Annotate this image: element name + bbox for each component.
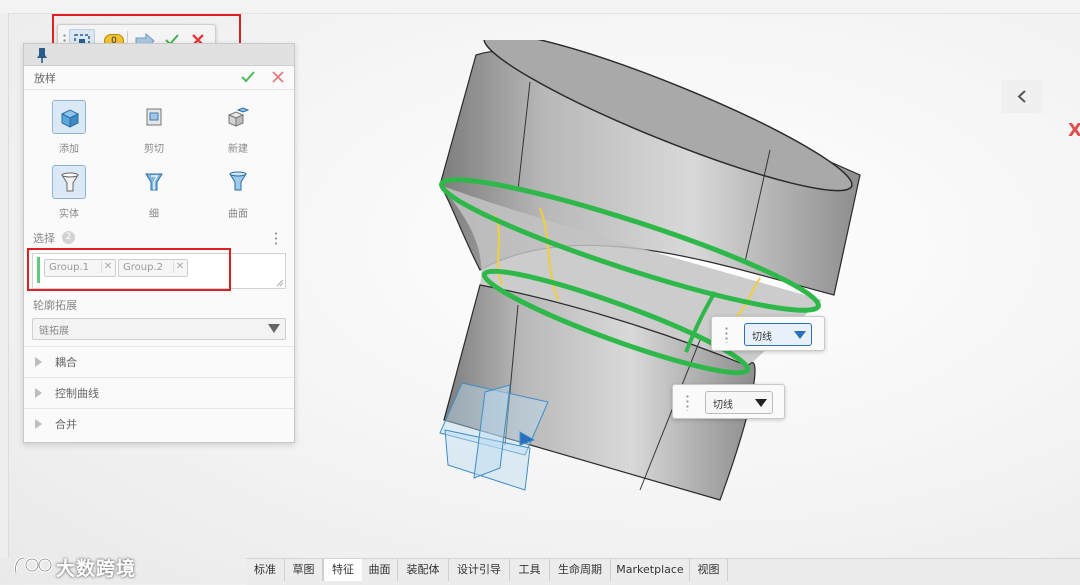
body-type-surface-label: 曲面 bbox=[228, 209, 248, 220]
selection-count: 2 bbox=[62, 231, 75, 244]
tab-standard[interactable]: 标准 bbox=[246, 559, 285, 581]
operation-add-frame bbox=[52, 100, 86, 134]
highlight-box-selection bbox=[27, 248, 231, 291]
loft-model-view[interactable] bbox=[420, 40, 880, 520]
new-body-icon bbox=[227, 107, 250, 127]
tab-features[interactable]: 特征 bbox=[323, 559, 363, 581]
chevron-left-icon bbox=[1017, 90, 1026, 103]
section-control-curves[interactable]: 控制曲线 bbox=[24, 377, 294, 408]
panel-title-row: 放样 bbox=[24, 65, 294, 90]
panel-title: 放样 bbox=[34, 72, 56, 85]
body-type-solid-frame bbox=[52, 165, 86, 199]
resize-grip-icon[interactable] bbox=[276, 279, 284, 287]
profile-expansion-label: 轮廓拓展 bbox=[33, 299, 77, 312]
body-type-surface[interactable]: 曲面 bbox=[208, 165, 268, 225]
tab-assembly[interactable]: 装配体 bbox=[398, 559, 449, 581]
operation-new[interactable]: 新建 bbox=[208, 100, 268, 160]
panel-header[interactable] bbox=[24, 44, 294, 66]
origin-planes bbox=[439, 382, 549, 491]
section-coupling[interactable]: 耦合 bbox=[24, 346, 294, 377]
profile-expansion-select[interactable]: 链拓展 bbox=[32, 318, 286, 340]
operation-new-frame bbox=[221, 100, 255, 134]
operation-new-label: 新建 bbox=[228, 144, 248, 155]
callout-grip[interactable] bbox=[686, 394, 689, 411]
profile-expansion-value: 链拓展 bbox=[39, 326, 69, 337]
body-type-solid-label: 实体 bbox=[59, 209, 79, 220]
selection-options-menu[interactable] bbox=[274, 231, 278, 245]
watermark: 大数跨境 bbox=[8, 551, 158, 581]
panel-confirm-check-icon[interactable] bbox=[241, 70, 255, 84]
cut-block-icon bbox=[146, 108, 162, 126]
body-type-thin[interactable]: 细 bbox=[124, 165, 184, 225]
watermark-logo-icon bbox=[14, 556, 52, 574]
operation-cut[interactable]: 剪切 bbox=[124, 100, 184, 160]
solid-loft-icon bbox=[61, 172, 79, 192]
operation-add[interactable]: 添加 bbox=[39, 100, 99, 160]
pin-icon[interactable] bbox=[34, 47, 50, 63]
start-condition-value: 切线 bbox=[713, 400, 733, 411]
body-type-thin-label: 细 bbox=[149, 209, 159, 220]
body-type-surface-frame bbox=[221, 165, 255, 199]
end-condition-value: 切线 bbox=[752, 332, 772, 343]
tab-tools[interactable]: 工具 bbox=[510, 559, 550, 581]
watermark-text: 大数跨境 bbox=[56, 558, 137, 580]
surface-loft-icon bbox=[229, 171, 247, 191]
window-top-strip bbox=[0, 0, 1080, 14]
thin-loft-icon bbox=[145, 173, 163, 191]
expand-arrow-icon bbox=[35, 357, 42, 367]
add-cube-icon bbox=[60, 109, 80, 128]
chevron-down-icon bbox=[794, 331, 806, 339]
operation-cut-label: 剪切 bbox=[144, 144, 164, 155]
selection-label: 选择 bbox=[33, 232, 55, 245]
end-condition-callout: 切线 bbox=[711, 316, 825, 351]
tab-lifecycle[interactable]: 生命周期 bbox=[550, 559, 611, 581]
start-condition-select[interactable]: 切线 bbox=[705, 391, 773, 414]
command-tab-bar: 标准 草图 特征 曲面 装配体 设计引导 工具 生命周期 Marketplace… bbox=[246, 558, 1080, 585]
chevron-down-icon bbox=[268, 324, 280, 333]
panel-cancel-x-icon[interactable] bbox=[272, 71, 284, 83]
expand-arrow-icon bbox=[35, 419, 42, 429]
tab-sketch[interactable]: 草图 bbox=[285, 559, 323, 581]
tab-marketplace[interactable]: Marketplace bbox=[611, 559, 690, 581]
section-label: 控制曲线 bbox=[55, 387, 99, 400]
chevron-down-icon bbox=[755, 399, 767, 407]
left-edge-strip bbox=[0, 13, 9, 558]
expand-arrow-icon bbox=[35, 388, 42, 398]
start-condition-callout: 切线 bbox=[672, 384, 785, 419]
collapse-panel-button[interactable] bbox=[1001, 80, 1043, 113]
tab-view[interactable]: 视图 bbox=[690, 559, 728, 581]
callout-grip[interactable] bbox=[725, 326, 728, 343]
end-condition-select[interactable]: 切线 bbox=[744, 323, 812, 346]
section-label: 耦合 bbox=[55, 356, 77, 369]
section-merge[interactable]: 合并 bbox=[24, 408, 294, 439]
view-close-x-icon[interactable]: X bbox=[1068, 120, 1080, 141]
body-type-solid[interactable]: 实体 bbox=[39, 165, 99, 225]
section-label: 合并 bbox=[55, 418, 77, 431]
tab-surfaces[interactable]: 曲面 bbox=[362, 559, 398, 581]
operation-add-label: 添加 bbox=[59, 144, 79, 155]
operation-cut-frame bbox=[137, 100, 171, 134]
body-type-thin-frame bbox=[137, 165, 171, 199]
loft-feature-panel: 放样 添加 剪切 新建 实体 细 曲面 选择 2 Group.1 ✕ Group… bbox=[23, 43, 295, 443]
tab-design-guide[interactable]: 设计引导 bbox=[449, 559, 510, 581]
